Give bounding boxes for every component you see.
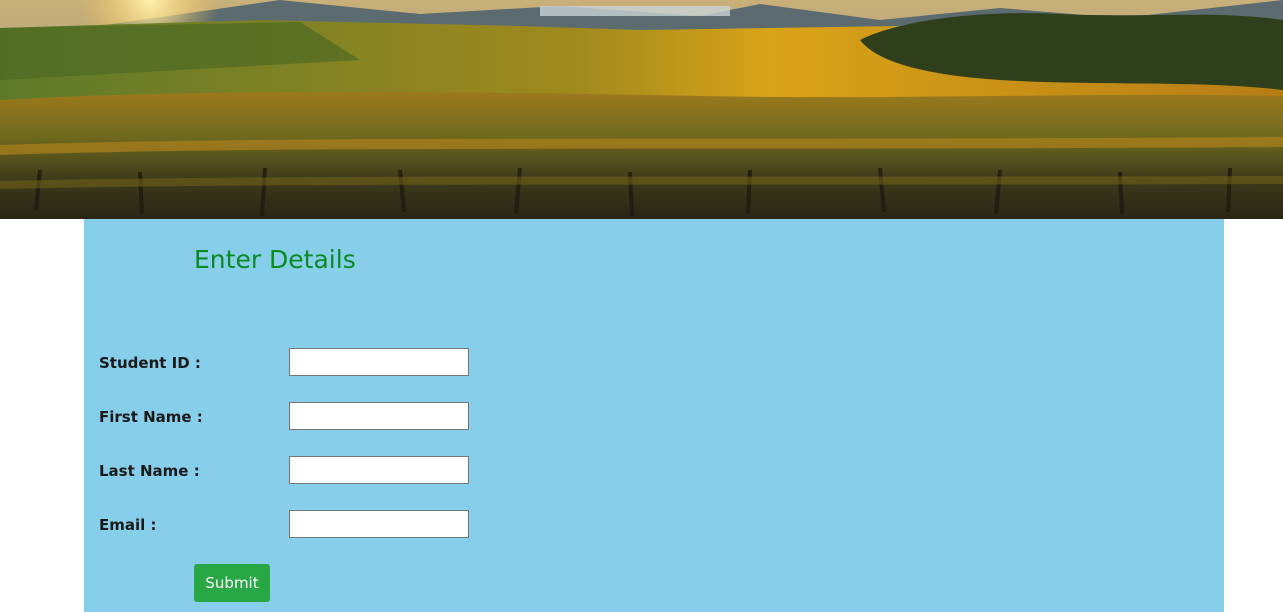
last-name-input[interactable]: [289, 456, 469, 484]
first-name-label: First Name :: [99, 408, 203, 426]
last-name-row: Last Name :: [84, 456, 584, 486]
form-title: Enter Details: [194, 245, 356, 274]
submit-button[interactable]: Submit: [194, 564, 270, 602]
first-name-input[interactable]: [289, 402, 469, 430]
email-input[interactable]: [289, 510, 469, 538]
email-label: Email :: [99, 516, 157, 534]
last-name-label: Last Name :: [99, 462, 200, 480]
student-id-label: Student ID :: [99, 354, 201, 372]
student-id-row: Student ID :: [84, 348, 584, 378]
student-id-input[interactable]: [289, 348, 469, 376]
email-row: Email :: [84, 510, 584, 540]
hero-banner-image: [0, 0, 1283, 219]
vineyard-landscape-image: [0, 0, 1283, 219]
first-name-row: First Name :: [84, 402, 584, 432]
form-panel: Enter Details Student ID : First Name : …: [84, 219, 1224, 612]
